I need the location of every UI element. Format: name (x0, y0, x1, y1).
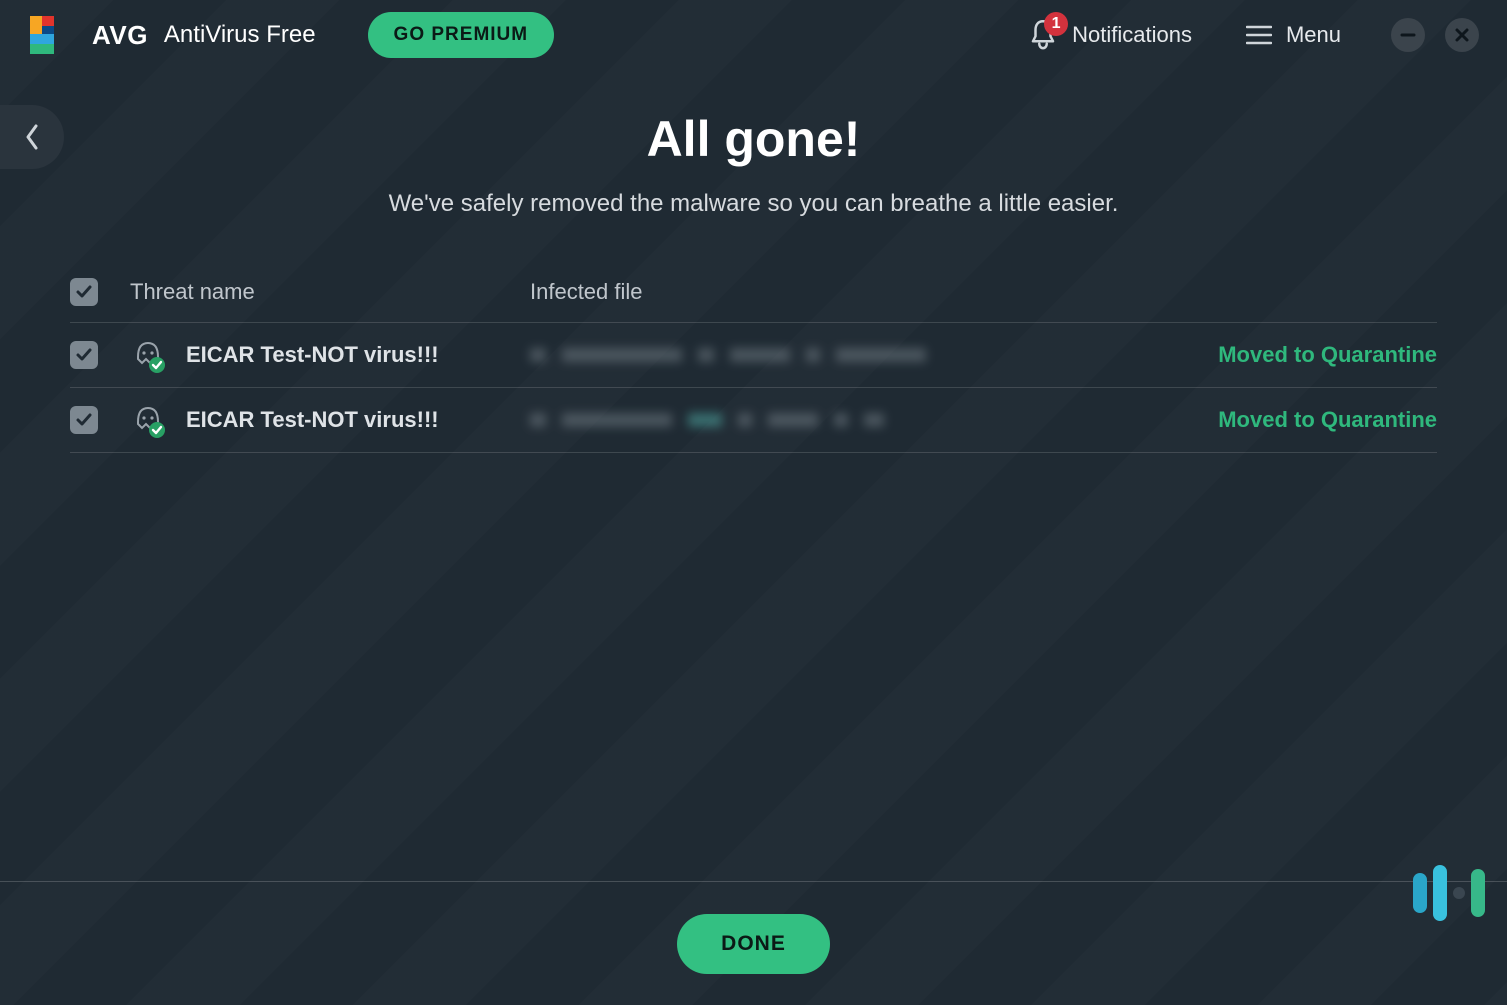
infected-file-redacted (530, 348, 1177, 362)
menu-label: Menu (1286, 22, 1341, 48)
product-name: AntiVirus Free (164, 21, 316, 49)
close-icon (1454, 27, 1470, 43)
checkmark-icon (75, 283, 93, 301)
minimize-icon (1400, 27, 1416, 43)
table-header: Threat name Infected file (70, 272, 1437, 323)
row-checkbox[interactable] (70, 341, 98, 369)
done-button[interactable]: DONE (677, 914, 830, 974)
notifications-badge: 1 (1044, 12, 1068, 36)
threat-name: EICAR Test-NOT virus!!! (186, 342, 439, 368)
select-all-checkbox[interactable] (70, 278, 98, 306)
main-content: All gone! We've safely removed the malwa… (0, 70, 1507, 453)
table-row: EICAR Test-NOT virus!!! Moved to Quarant… (70, 323, 1437, 388)
threats-table: Threat name Infected file (70, 272, 1437, 453)
notifications-button[interactable]: 1 Notifications (1028, 18, 1192, 52)
app-header: AVG AntiVirus Free GO PREMIUM 1 Notifica… (0, 0, 1507, 70)
infected-file-redacted (530, 413, 1177, 427)
menu-button[interactable]: Menu (1246, 22, 1341, 48)
threat-resolved-icon (130, 402, 166, 438)
notifications-label: Notifications (1072, 22, 1192, 48)
chevron-left-icon (24, 124, 40, 150)
watermark-icon (1413, 865, 1485, 921)
page-title: All gone! (0, 110, 1507, 168)
avg-logo-icon (30, 16, 78, 54)
threat-status: Moved to Quarantine (1177, 407, 1437, 433)
threat-resolved-icon (130, 337, 166, 373)
col-threat-name: Threat name (130, 279, 530, 305)
checkmark-icon (75, 346, 93, 364)
threat-status: Moved to Quarantine (1177, 342, 1437, 368)
page-subtitle: We've safely removed the malware so you … (0, 190, 1507, 218)
hamburger-icon (1246, 25, 1272, 45)
table-row: EICAR Test-NOT virus!!! Moved to Quarant… (70, 388, 1437, 453)
back-button[interactable] (0, 105, 64, 169)
brand-text: AVG (92, 20, 148, 51)
minimize-button[interactable] (1391, 18, 1425, 52)
row-checkbox[interactable] (70, 406, 98, 434)
close-button[interactable] (1445, 18, 1479, 52)
col-infected-file: Infected file (530, 279, 1177, 305)
footer-bar: DONE (0, 881, 1507, 1005)
go-premium-button[interactable]: GO PREMIUM (368, 12, 555, 58)
brand-block: AVG AntiVirus Free (30, 16, 316, 54)
threat-name: EICAR Test-NOT virus!!! (186, 407, 439, 433)
checkmark-icon (75, 411, 93, 429)
